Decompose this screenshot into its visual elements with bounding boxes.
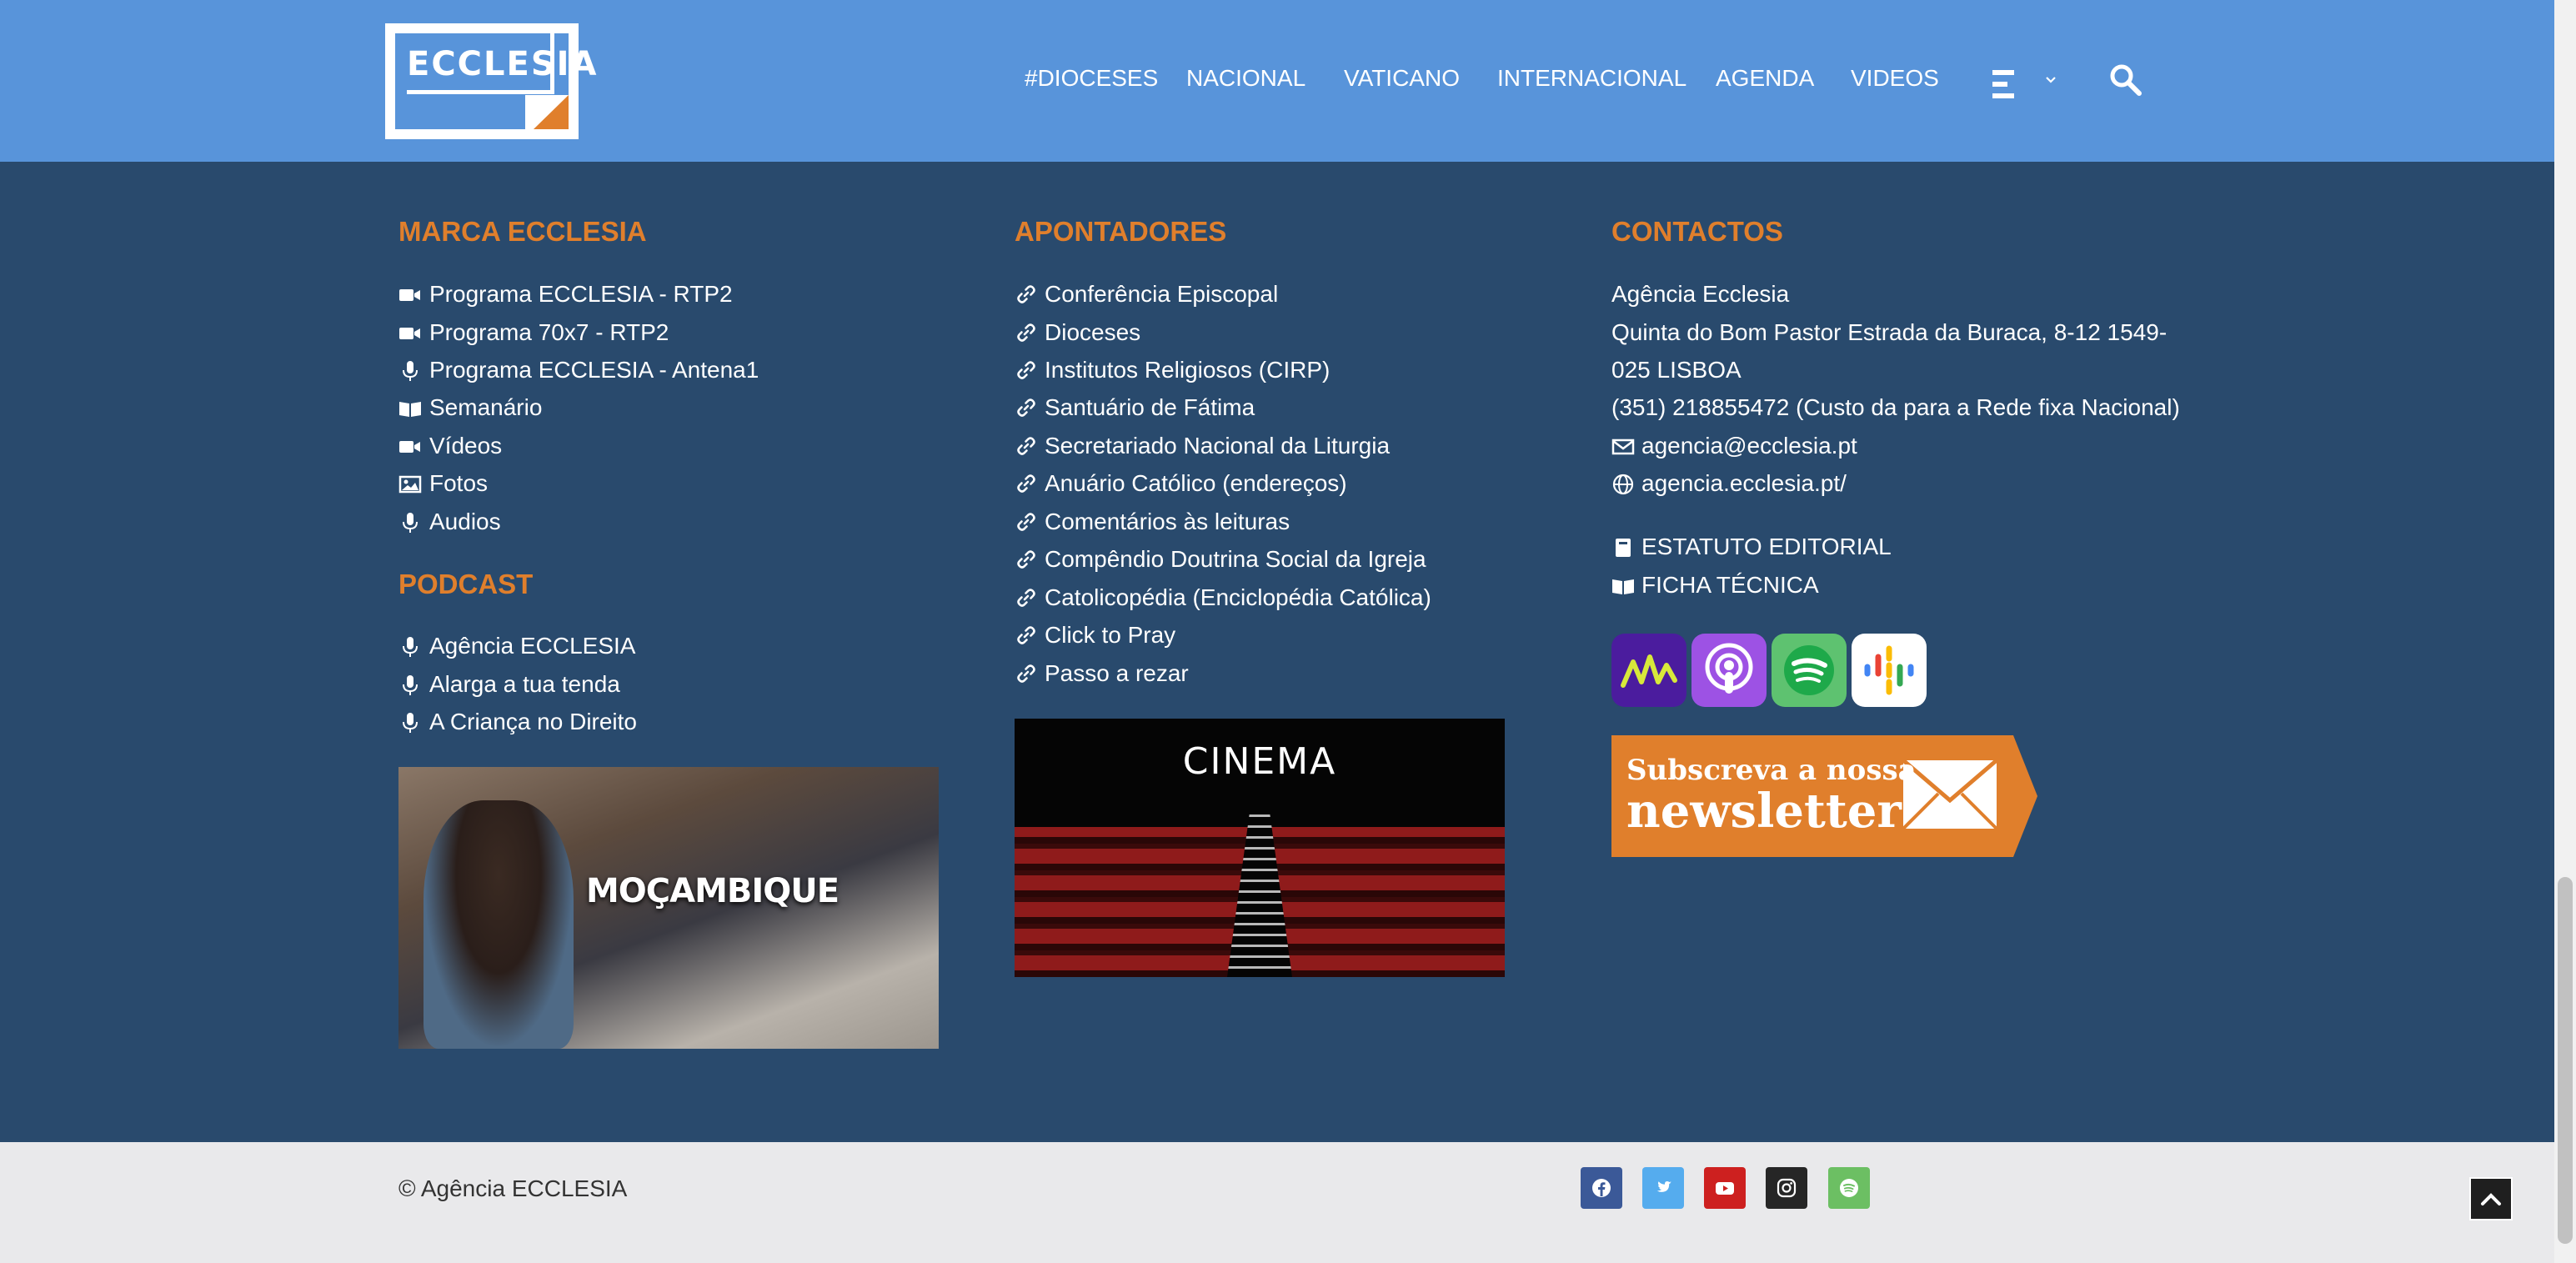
nav-internacional[interactable]: INTERNACIONAL	[1497, 65, 1686, 92]
estatuto-editorial-link[interactable]: ESTATUTO EDITORIAL	[1641, 534, 1892, 560]
mocambique-caption: MOÇAMBIQUE	[586, 872, 839, 910]
link-icon	[1015, 283, 1038, 306]
contact-address-line1: Quinta do Bom Pastor Estrada da Buraca, …	[1611, 319, 2168, 345]
mocambique-banner[interactable]: MOÇAMBIQUE	[398, 767, 939, 1049]
apontadores-item[interactable]: Institutos Religiosos (CIRP)	[1045, 357, 1330, 383]
chevron-up-icon	[2481, 1193, 2501, 1205]
boy-figure	[423, 800, 574, 1049]
apple-podcasts-icon[interactable]	[1691, 634, 1767, 707]
logo-underline	[407, 90, 554, 94]
twitter-icon[interactable]	[1642, 1167, 1684, 1209]
contact-address-line2: 025 LISBOA	[1611, 357, 1742, 383]
menu-icon[interactable]	[1992, 70, 2017, 98]
link-icon	[1015, 548, 1038, 571]
marca-item[interactable]: Programa 70x7 - RTP2	[429, 319, 669, 346]
apontadores-item[interactable]: Conferência Episcopal	[1045, 281, 1278, 308]
ficha-tecnica-link[interactable]: FICHA TÉCNICA	[1641, 572, 1819, 599]
apontadores-item[interactable]: Comentários às leituras	[1045, 509, 1290, 535]
spotify-social-icon[interactable]	[1828, 1167, 1870, 1209]
apontadores-title: APONTADORES	[1015, 216, 1227, 247]
contact-name: Agência Ecclesia	[1611, 281, 1790, 307]
ecclesia-logo[interactable]: ECCLESIA	[385, 23, 597, 139]
bottom-bar	[0, 1142, 2554, 1263]
apontadores-item[interactable]: Passo a rezar	[1045, 660, 1189, 687]
podcast-title: PODCAST	[398, 569, 534, 599]
nav-vaticano[interactable]: VATICANO	[1344, 65, 1460, 92]
marca-item[interactable]: Audios	[429, 509, 501, 535]
apontadores-item[interactable]: Catolicopédia (Enciclopédia Católica)	[1045, 584, 1431, 611]
cinema-banner[interactable]: CINEMA	[1015, 719, 1505, 977]
back-to-top-button[interactable]	[2469, 1177, 2513, 1220]
marca-item[interactable]: Programa ECCLESIA - RTP2	[429, 281, 733, 308]
contact-website[interactable]: agencia.ecclesia.pt/	[1641, 470, 1847, 497]
apontadores-item[interactable]: Compêndio Doutrina Social da Igreja	[1045, 546, 1426, 573]
podcast-item[interactable]: Alarga a tua tenda	[429, 671, 620, 698]
facebook-icon[interactable]	[1581, 1167, 1622, 1209]
cinema-caption: CINEMA	[1182, 740, 1337, 783]
search-icon[interactable]	[2109, 63, 2142, 97]
microphone-icon	[403, 513, 418, 533]
link-icon	[1015, 396, 1038, 419]
apontadores-item[interactable]: Click to Pray	[1045, 622, 1175, 649]
video-camera-icon	[399, 289, 420, 301]
apontadores-item[interactable]: Anuário Católico (endereços)	[1045, 470, 1347, 497]
newsletter-banner[interactable]: Subscreva a nossa newsletter	[1611, 735, 2037, 857]
nav-dioceses[interactable]: #DIOCESES	[1025, 65, 1158, 92]
anchor-podcast-icon[interactable]	[1611, 634, 1686, 707]
nav-nacional[interactable]: NACIONAL	[1186, 65, 1306, 92]
contact-phone: (351) 218855472 (Custo da para a Rede fi…	[1611, 394, 2180, 420]
chevron-down-icon[interactable]	[2044, 73, 2057, 87]
nav-agenda[interactable]: AGENDA	[1716, 65, 1814, 92]
nav-videos[interactable]: VIDEOS	[1851, 65, 1939, 92]
logo-inner: ECCLESIA	[395, 33, 597, 129]
link-icon	[1015, 434, 1038, 458]
globe-icon	[1612, 474, 1634, 495]
image-icon	[398, 475, 422, 494]
newsletter-line1: Subscreva a nossa	[1626, 754, 1917, 787]
copyright-text: © Agência ECCLESIA	[398, 1175, 628, 1201]
marca-title: MARCA ECCLESIA	[398, 216, 647, 247]
book-open-icon	[1612, 579, 1634, 594]
site-footer	[0, 162, 2554, 1142]
link-icon	[1015, 510, 1038, 534]
marca-item[interactable]: Fotos	[429, 470, 488, 497]
envelope-icon	[1611, 439, 1635, 455]
logo-corner-triangle	[534, 95, 569, 129]
link-icon	[1015, 624, 1038, 647]
logo-text: ECCLESIA	[407, 45, 599, 83]
marca-item[interactable]: Programa ECCLESIA - Antena1	[429, 357, 759, 383]
contact-email[interactable]: agencia@ecclesia.pt	[1641, 433, 1857, 459]
video-camera-icon	[399, 441, 420, 453]
link-icon	[1015, 472, 1038, 495]
marca-item[interactable]: Vídeos	[429, 433, 502, 459]
instagram-icon[interactable]	[1766, 1167, 1807, 1209]
microphone-icon	[403, 637, 418, 657]
microphone-icon	[403, 361, 418, 381]
apontadores-item[interactable]: Secretariado Nacional da Liturgia	[1045, 433, 1390, 459]
link-icon	[1015, 321, 1038, 344]
apontadores-item[interactable]: Dioceses	[1045, 319, 1140, 346]
spotify-icon[interactable]	[1772, 634, 1847, 707]
youtube-icon[interactable]	[1704, 1167, 1746, 1209]
microphone-icon	[403, 713, 418, 733]
podcast-item[interactable]: Agência ECCLESIA	[429, 633, 635, 659]
contactos-title: CONTACTOS	[1611, 216, 1783, 247]
video-camera-icon	[399, 328, 420, 339]
marca-item[interactable]: Semanário	[429, 394, 542, 421]
link-icon	[1015, 586, 1038, 609]
microphone-icon	[403, 675, 418, 695]
apontadores-item[interactable]: Santuário de Fátima	[1045, 394, 1255, 421]
link-icon	[1015, 358, 1038, 382]
link-icon	[1015, 662, 1038, 685]
newsletter-line2: newsletter	[1626, 784, 1902, 839]
google-podcasts-icon[interactable]	[1852, 634, 1927, 707]
book-icon	[1616, 539, 1631, 557]
logo-vline	[550, 33, 554, 94]
podcast-item[interactable]: A Criança no Direito	[429, 709, 637, 735]
scrollbar-thumb[interactable]	[2558, 877, 2573, 1244]
book-open-icon	[399, 402, 421, 417]
